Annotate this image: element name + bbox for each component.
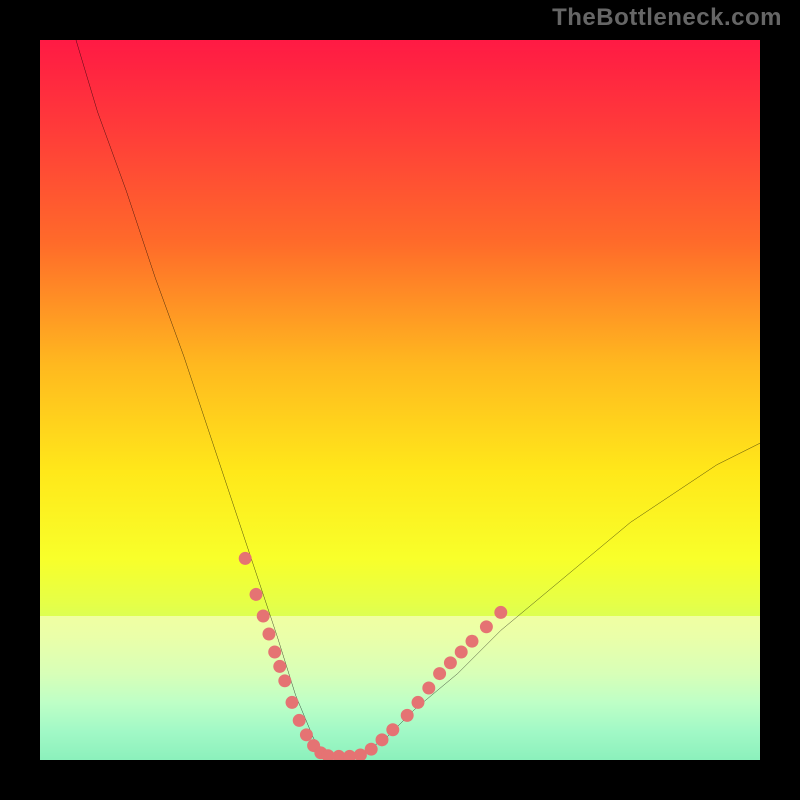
marker-dot: [268, 646, 281, 659]
marker-dot: [494, 606, 507, 619]
marker-dot: [466, 635, 479, 648]
marker-dot: [273, 660, 286, 673]
marker-dot: [365, 743, 378, 756]
marker-dot: [257, 610, 270, 623]
marker-dot: [412, 696, 425, 709]
marker-dot: [300, 728, 313, 741]
marker-dot: [386, 723, 399, 736]
marker-dot: [422, 682, 435, 695]
bottleneck-curve: [76, 40, 760, 756]
watermark-text: TheBottleneck.com: [552, 4, 782, 32]
marker-dot: [444, 656, 457, 669]
near-minimum-dots: [239, 552, 508, 760]
marker-dot: [293, 714, 306, 727]
marker-dot: [286, 696, 299, 709]
marker-dot: [262, 628, 275, 641]
chart-frame: TheBottleneck.com: [0, 0, 800, 800]
marker-dot: [250, 588, 263, 601]
plot-area: [40, 40, 760, 760]
marker-dot: [480, 620, 493, 633]
marker-dot: [433, 667, 446, 680]
marker-dot: [401, 709, 414, 722]
marker-dot: [239, 552, 252, 565]
marker-dot: [455, 646, 468, 659]
marker-dot: [376, 733, 389, 746]
chart-svg: [40, 40, 760, 760]
marker-dot: [278, 674, 291, 687]
